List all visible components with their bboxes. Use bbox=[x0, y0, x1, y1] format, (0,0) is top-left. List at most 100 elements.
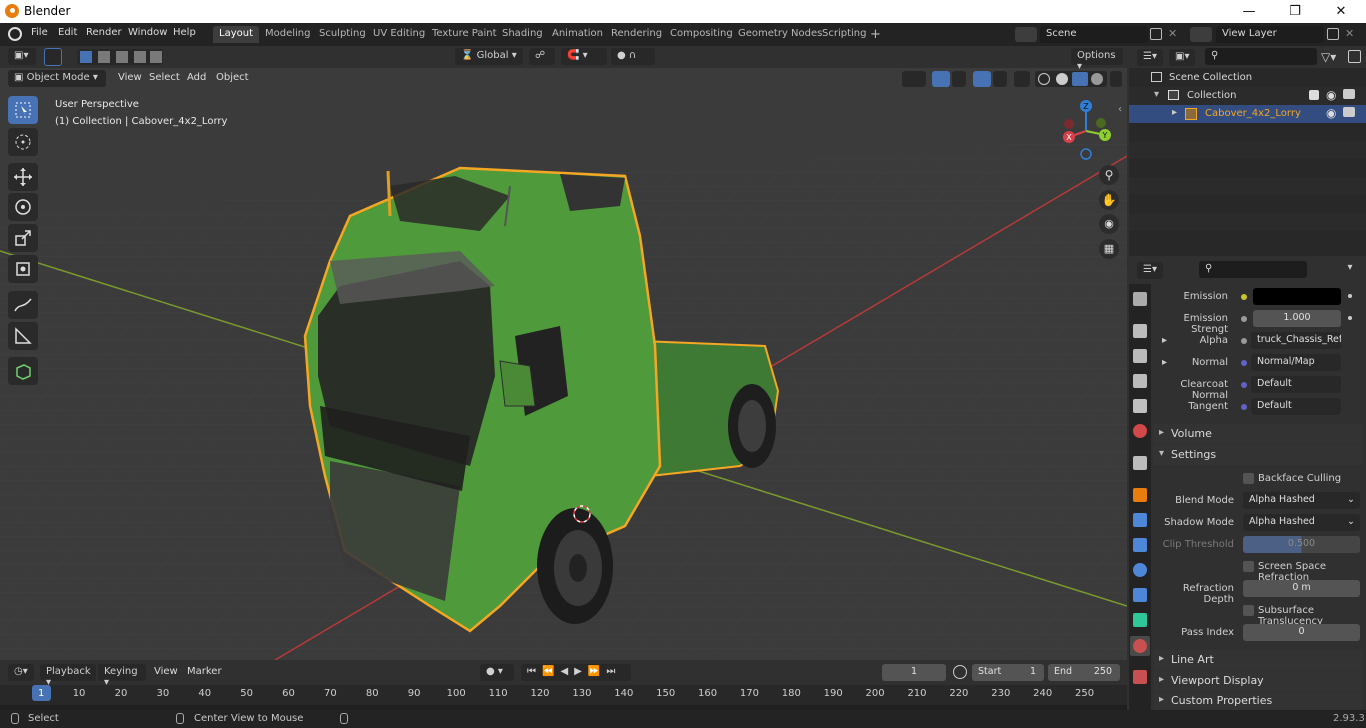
viewport-display-section-header[interactable]: ▸ Viewport Display bbox=[1153, 671, 1363, 691]
properties-options-icon[interactable]: ▾ bbox=[1342, 262, 1358, 278]
collapse-arrow-icon[interactable]: ▾ bbox=[1154, 89, 1159, 100]
xray-toggle-icon[interactable] bbox=[1014, 71, 1030, 87]
editor-type-button[interactable]: ▣▾ bbox=[8, 48, 36, 65]
show-overlays-icon[interactable] bbox=[973, 71, 991, 87]
rendered-shading-icon[interactable] bbox=[1091, 73, 1103, 85]
data-tab-icon[interactable] bbox=[1133, 613, 1147, 627]
transform-tool[interactable] bbox=[8, 255, 38, 283]
solid-shading-icon[interactable] bbox=[1056, 73, 1068, 85]
pass-index-field[interactable]: 0 bbox=[1243, 624, 1360, 641]
tab-layout[interactable]: Layout bbox=[213, 26, 259, 43]
3d-viewport[interactable]: ▣▾ ⌛ Global ▾ ☍ 🧲 ▾ ● ∩ Options ▾ ▣ Obje… bbox=[0, 46, 1127, 660]
subsurface-checkbox[interactable] bbox=[1243, 605, 1254, 616]
emission-strength-field[interactable]: 1.000 bbox=[1253, 310, 1341, 327]
emission-color-field[interactable] bbox=[1253, 288, 1341, 305]
select-tool-icon[interactable] bbox=[44, 48, 62, 66]
outliner-row-collection[interactable]: ▾ Collection ◉ bbox=[1129, 87, 1366, 105]
copy-scene-icon[interactable] bbox=[1150, 28, 1162, 40]
menu-window[interactable]: Window bbox=[128, 27, 167, 38]
tool-tab-icon[interactable] bbox=[1133, 292, 1147, 306]
keyframe-dot-icon[interactable] bbox=[1348, 316, 1352, 320]
remove-scene-icon[interactable]: ✕ bbox=[1168, 27, 1177, 40]
new-collection-icon[interactable] bbox=[1348, 50, 1361, 63]
perspective-toggle-icon[interactable]: ▦ bbox=[1099, 239, 1119, 259]
outliner-row-scene-collection[interactable]: Scene Collection bbox=[1129, 69, 1366, 87]
scene-tab-icon[interactable] bbox=[1133, 399, 1147, 413]
blender-menu-icon[interactable] bbox=[8, 27, 22, 41]
camera-render-icon[interactable] bbox=[1343, 89, 1355, 99]
socket-yellow-icon[interactable] bbox=[1241, 294, 1247, 300]
menu-file[interactable]: File bbox=[31, 27, 48, 38]
tab-scripting[interactable]: Scripting bbox=[816, 26, 872, 43]
end-frame-field[interactable]: End 250 bbox=[1048, 664, 1120, 681]
show-gizmo-icon[interactable] bbox=[932, 71, 950, 87]
view-layer-browse-icon[interactable] bbox=[1190, 27, 1212, 42]
expand-arrow-icon[interactable]: ▸ bbox=[1172, 107, 1177, 118]
object-visibility-icon[interactable] bbox=[902, 71, 926, 87]
viewport-menu-add[interactable]: Add bbox=[187, 72, 206, 83]
texture-tab-icon[interactable] bbox=[1133, 670, 1147, 684]
shading-dropdown-icon[interactable] bbox=[1110, 71, 1122, 87]
outliner-row-object[interactable]: ▸ Cabover_4x2_Lorry ◉ bbox=[1129, 105, 1366, 123]
eye-icon[interactable]: ◉ bbox=[1326, 88, 1336, 102]
timeline-menu-view[interactable]: View bbox=[154, 666, 178, 677]
tab-rendering[interactable]: Rendering bbox=[605, 26, 668, 43]
output-tab-icon[interactable] bbox=[1133, 349, 1147, 363]
physics-tab-icon[interactable] bbox=[1133, 563, 1147, 577]
menu-help[interactable]: Help bbox=[173, 27, 196, 38]
tab-compositing[interactable]: Compositing bbox=[664, 26, 739, 43]
select-invert-icon[interactable] bbox=[134, 51, 146, 63]
object-tab-icon[interactable] bbox=[1133, 488, 1147, 502]
rotate-tool[interactable] bbox=[8, 193, 38, 221]
select-subtract-icon[interactable] bbox=[116, 51, 128, 63]
scale-tool[interactable] bbox=[8, 224, 38, 252]
annotate-tool[interactable] bbox=[8, 291, 38, 319]
navigation-gizmo[interactable]: Z Y X bbox=[1055, 98, 1117, 160]
select-extend-icon[interactable] bbox=[98, 51, 110, 63]
zoom-icon[interactable]: ⚲ bbox=[1099, 165, 1119, 185]
scene-name-field[interactable]: Scene bbox=[1040, 26, 1148, 43]
collection-tab-icon[interactable] bbox=[1133, 456, 1147, 470]
custom-properties-section-header[interactable]: ▸ Custom Properties bbox=[1153, 692, 1363, 710]
constraints-tab-icon[interactable] bbox=[1133, 588, 1147, 602]
record-button[interactable]: ● ▾ bbox=[480, 664, 514, 681]
gizmo-dropdown-icon[interactable] bbox=[952, 71, 966, 87]
wireframe-shading-icon[interactable] bbox=[1038, 73, 1050, 85]
overlays-dropdown-icon[interactable] bbox=[993, 71, 1007, 87]
snap-button[interactable]: 🧲 ▾ bbox=[561, 48, 607, 65]
proportional-edit-button[interactable]: ● ∩ bbox=[611, 48, 655, 65]
options-dropdown[interactable]: Options ▾ bbox=[1071, 48, 1123, 72]
transform-orientation-dropdown[interactable]: ⌛ Global ▾ bbox=[455, 48, 523, 65]
add-workspace-icon[interactable]: + bbox=[870, 27, 881, 42]
tab-sculpting[interactable]: Sculpting bbox=[313, 26, 372, 43]
next-keyframe-icon[interactable]: ⏩ bbox=[588, 666, 606, 677]
start-frame-field[interactable]: Start 1 bbox=[972, 664, 1044, 681]
keyframe-dot-icon[interactable] bbox=[1348, 294, 1352, 298]
socket-blue-icon[interactable] bbox=[1241, 404, 1247, 410]
select-box-tool[interactable] bbox=[8, 96, 38, 124]
play-icon[interactable]: ▶ bbox=[574, 666, 588, 677]
filter-icon[interactable]: ▽▾ bbox=[1321, 50, 1336, 64]
copy-view-layer-icon[interactable] bbox=[1327, 28, 1339, 40]
measure-tool[interactable] bbox=[8, 322, 38, 350]
remove-view-layer-icon[interactable]: ✕ bbox=[1345, 27, 1354, 40]
alpha-link-field[interactable]: truck_Chassis_Refra... bbox=[1251, 332, 1341, 349]
frame-ruler[interactable]: 1 10 20 30 40 50 60 70 80 90 100 110 120 130 140 150 160… bbox=[0, 685, 1127, 705]
jump-end-icon[interactable]: ⏭ bbox=[606, 666, 621, 677]
menu-edit[interactable]: Edit bbox=[58, 27, 77, 38]
normal-link-field[interactable]: Normal/Map bbox=[1251, 354, 1341, 371]
view-layer-tab-icon[interactable] bbox=[1133, 374, 1147, 388]
viewport-menu-object[interactable]: Object bbox=[216, 72, 249, 83]
refraction-depth-field[interactable]: 0 m bbox=[1243, 580, 1360, 597]
play-reverse-icon[interactable]: ◀ bbox=[560, 666, 574, 677]
world-tab-icon[interactable] bbox=[1133, 424, 1147, 438]
object-mode-dropdown[interactable]: ▣ Object Mode ▾ bbox=[8, 70, 106, 87]
timeline-editor-type-button[interactable]: ◷▾ bbox=[8, 664, 34, 681]
playback-menu[interactable]: Playback ▾ bbox=[40, 664, 96, 688]
cursor-tool[interactable] bbox=[8, 128, 38, 156]
clearcoat-normal-field[interactable]: Default bbox=[1251, 376, 1341, 393]
particles-tab-icon[interactable] bbox=[1133, 538, 1147, 552]
modifier-tab-icon[interactable] bbox=[1133, 513, 1147, 527]
material-tab-active[interactable] bbox=[1130, 636, 1150, 656]
socket-grey-icon[interactable] bbox=[1241, 316, 1247, 322]
